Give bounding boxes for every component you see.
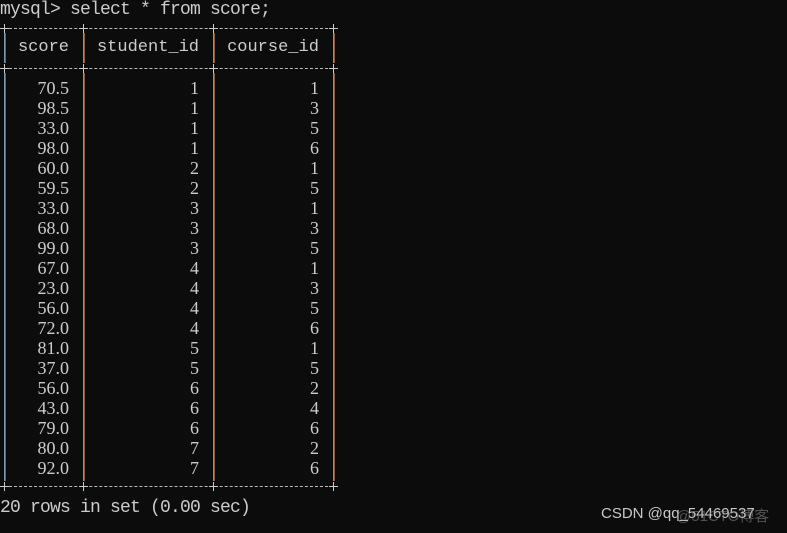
cell-course-id: 5 xyxy=(310,178,319,198)
column-header-score: score xyxy=(17,38,69,57)
cell-student-id: 4 xyxy=(190,298,199,318)
cell-student-id: 3 xyxy=(190,198,199,218)
cell-course-id: 3 xyxy=(310,278,319,298)
cell-student-id: 5 xyxy=(190,358,199,378)
cell-student-id: 6 xyxy=(190,418,199,438)
result-summary: 20 rows in set (0.00 sec) xyxy=(0,498,251,518)
cell-student-id: 4 xyxy=(190,258,199,278)
cell-score: 56.0 xyxy=(37,378,70,398)
cell-student-id: 6 xyxy=(190,378,199,398)
cell-course-id: 3 xyxy=(310,218,319,238)
table-corner xyxy=(79,24,88,33)
cell-student-id: 1 xyxy=(190,138,199,158)
cell-course-id: 1 xyxy=(310,198,319,218)
cell-score: 70.5 xyxy=(37,78,70,98)
cell-course-id: 1 xyxy=(310,338,319,358)
cell-score: 68.0 xyxy=(37,218,70,238)
cell-student-id: 7 xyxy=(190,438,199,458)
cell-student-id: 2 xyxy=(190,158,199,178)
command-line: mysql> select * from score; xyxy=(0,0,271,20)
table-column-divider xyxy=(333,73,334,481)
cell-score: 33.0 xyxy=(37,118,70,138)
cell-course-id: 1 xyxy=(310,78,319,98)
cell-course-id: 4 xyxy=(310,398,319,418)
cell-course-id: 1 xyxy=(310,158,319,178)
cell-student-id: 2 xyxy=(190,178,199,198)
table-corner xyxy=(209,24,218,33)
cell-student-id: 1 xyxy=(190,118,199,138)
cell-student-id: 5 xyxy=(190,338,199,358)
table-border xyxy=(4,28,333,30)
column-header-student-id: student_id xyxy=(96,38,200,57)
cell-course-id: 2 xyxy=(310,378,319,398)
cell-course-id: 6 xyxy=(310,458,319,478)
command-text: select * from score; xyxy=(70,0,271,20)
cell-course-id: 3 xyxy=(310,98,319,118)
table-border xyxy=(4,68,333,70)
cell-course-id: 5 xyxy=(310,238,319,258)
table-corner xyxy=(329,64,338,73)
terminal-window[interactable]: mysql> select * from score; score student… xyxy=(0,0,787,533)
watermark-overlay: @51CTO博客 xyxy=(676,508,770,525)
cell-score: 99.0 xyxy=(37,238,70,258)
cell-score: 33.0 xyxy=(37,198,70,218)
cell-student-id: 6 xyxy=(190,398,199,418)
cell-score: 98.5 xyxy=(37,98,70,118)
cell-student-id: 1 xyxy=(190,98,199,118)
prompt: mysql> xyxy=(0,0,61,20)
cell-score: 98.0 xyxy=(37,138,70,158)
cell-score: 79.0 xyxy=(37,418,70,438)
cell-score: 23.0 xyxy=(37,278,70,298)
cell-student-id: 4 xyxy=(190,318,199,338)
cell-course-id: 1 xyxy=(310,258,319,278)
table-corner xyxy=(209,482,218,491)
cell-score: 92.0 xyxy=(37,458,70,478)
table-corner xyxy=(0,482,9,491)
table-corner xyxy=(209,64,218,73)
cell-course-id: 2 xyxy=(310,438,319,458)
cell-score: 67.0 xyxy=(37,258,70,278)
column-header-course-id: course_id xyxy=(227,38,319,57)
cell-course-id: 6 xyxy=(310,318,319,338)
cell-score: 72.0 xyxy=(37,318,70,338)
cell-student-id: 3 xyxy=(190,238,199,258)
cell-course-id: 5 xyxy=(310,118,319,138)
cell-score: 43.0 xyxy=(37,398,70,418)
cell-student-id: 1 xyxy=(190,78,199,98)
table-corner xyxy=(0,24,9,33)
table-corner xyxy=(79,482,88,491)
cell-score: 37.0 xyxy=(37,358,70,378)
cell-course-id: 5 xyxy=(310,298,319,318)
table-corner xyxy=(79,64,88,73)
cell-course-id: 5 xyxy=(310,358,319,378)
table-column-divider xyxy=(333,33,334,63)
cell-score: 56.0 xyxy=(37,298,70,318)
cell-score: 60.0 xyxy=(37,158,70,178)
cell-score: 59.5 xyxy=(37,178,70,198)
cell-score: 80.0 xyxy=(37,438,70,458)
table-corner xyxy=(0,64,9,73)
table-corner xyxy=(329,24,338,33)
cell-course-id: 6 xyxy=(310,138,319,158)
cell-student-id: 4 xyxy=(190,278,199,298)
table-corner xyxy=(329,482,338,491)
table-border xyxy=(4,486,333,488)
cell-student-id: 3 xyxy=(190,218,199,238)
cell-student-id: 7 xyxy=(190,458,199,478)
cell-score: 81.0 xyxy=(37,338,70,358)
cell-course-id: 6 xyxy=(310,418,319,438)
